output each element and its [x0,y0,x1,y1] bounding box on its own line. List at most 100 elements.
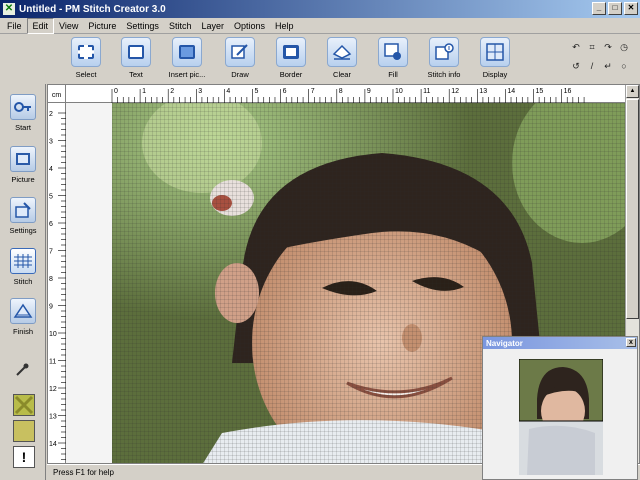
menu-help[interactable]: Help [270,19,299,33]
navigator-close-button[interactable]: x [626,338,636,347]
menu-edit[interactable]: Edit [26,17,55,34]
settings-icon [10,197,36,223]
select-label: Select [75,70,97,79]
status-text: Press F1 for help [53,468,114,477]
display-label: Display [482,70,508,79]
border-icon [276,37,306,67]
zoom-icon[interactable]: ◷ [616,42,632,53]
navigator-title-bar: Navigator x [483,337,637,349]
vruler-label: 12 [49,386,57,393]
color-swatch-secondary[interactable] [13,420,35,442]
sidebar-item-stitch[interactable]: Stitch [3,248,43,294]
app-logo-icon: ✕ [3,3,15,15]
app-window: { "window": { "title": "Untitled - PM St… [0,0,640,480]
hruler-label: 6 [283,88,287,95]
vruler-label: 9 [49,304,53,311]
navigator-panel[interactable]: Navigator x [482,336,638,480]
display-button[interactable]: Display [471,37,519,81]
menu-layer[interactable]: Layer [196,19,229,33]
sidebar-item-start[interactable]: Start [3,94,43,140]
vruler-label: 5 [49,194,53,201]
fill-label: Fill [388,70,398,79]
stitch-info-button[interactable]: Stitch info [420,37,468,81]
fill-button[interactable]: Fill [369,37,417,81]
vertical-ruler: 2 3 4 5 6 7 8 9 10 11 12 13 14 [48,103,66,463]
hruler-label: 11 [423,88,430,95]
wizard-sidebar: Start Picture Settings Stitch Finish ! [0,84,46,480]
undo-icon[interactable]: ↶ [568,42,584,53]
vruler-label: 13 [49,414,57,421]
menu-file[interactable]: File [2,19,27,33]
hruler-label: 15 [536,88,544,95]
hruler-label: 12 [451,88,459,95]
vruler-label: 11 [49,359,56,366]
insert-picture-button[interactable]: Insert pic... [163,37,211,81]
title-bar: ✕ Untitled - PM Stitch Creator 3.0 _ □ ✕ [0,0,640,18]
hruler-label: 14 [507,88,515,95]
insert-picture-label: Insert pic... [168,70,206,79]
stitch-info-label: Stitch info [427,70,461,79]
color-swatch-primary[interactable] [13,394,35,416]
hruler-label: 7 [311,88,315,95]
hruler-label: 0 [114,88,118,95]
menu-stitch[interactable]: Stitch [164,19,197,33]
menu-view[interactable]: View [54,19,83,33]
hruler-label: 16 [564,88,572,95]
line-icon[interactable]: / [584,61,600,72]
stitch-info-icon [429,37,459,67]
text-label: Text [129,70,143,79]
mini-toolbar: ↶ ⌗ ↷ ◷ ↺ / ↵ ○ [568,42,632,72]
hruler-label: 8 [339,88,343,95]
horizontal-ruler: 0 1 2 3 4 5 6 7 8 9 10 11 12 13 14 15 16 [66,85,626,103]
sidebar-item-settings[interactable]: Settings [3,197,43,243]
scrollbar-thumb[interactable] [626,99,639,319]
select-button[interactable]: Select [62,37,110,81]
navigator-thumbnail[interactable] [519,359,603,475]
scroll-up-icon[interactable]: ▲ [626,85,639,98]
grid-icon[interactable]: ⌗ [584,42,600,53]
horizontal-ruler-ticks: 0 1 2 3 4 5 6 7 8 9 10 11 12 13 14 15 16 [111,88,585,103]
hruler-label: 3 [198,88,202,95]
hruler-label: 2 [170,88,174,95]
sidebar-label-settings: Settings [9,226,37,235]
menu-options[interactable]: Options [229,19,270,33]
navigator-preview-image [519,359,603,475]
warning-indicator[interactable]: ! [13,446,35,468]
vruler-label: 14 [49,441,57,448]
hruler-label: 4 [226,88,230,95]
vruler-label: 3 [49,139,53,146]
select-icon [71,37,101,67]
vertical-ruler-ticks: 2 3 4 5 6 7 8 9 10 11 12 13 14 [49,111,66,460]
eyedropper-icon[interactable] [14,362,34,378]
draw-button[interactable]: Draw [216,37,264,81]
maximize-button[interactable]: □ [608,2,622,15]
minimize-button[interactable]: _ [592,2,606,15]
sidebar-item-finish[interactable]: Finish [3,298,43,344]
hruler-label: 9 [367,88,371,95]
draw-label: Draw [231,70,249,79]
circle-icon[interactable]: ○ [616,61,632,72]
vruler-label: 8 [49,276,53,283]
redo-icon[interactable]: ↷ [600,42,616,53]
sidebar-label-picture: Picture [11,175,35,184]
rotate-icon[interactable]: ↺ [568,61,584,72]
ruler-unit: cm [48,85,66,103]
text-button[interactable]: Text [112,37,160,81]
display-icon [480,37,510,67]
border-button[interactable]: Border [267,37,315,81]
menu-settings[interactable]: Settings [121,19,164,33]
hruler-label: 1 [142,88,146,95]
hruler-label: 13 [479,88,487,95]
close-button[interactable]: ✕ [624,2,638,15]
sidebar-label-stitch: Stitch [13,277,33,286]
window-title: Untitled - PM Stitch Creator 3.0 [19,3,166,15]
navigator-title: Navigator [486,338,523,348]
picture-icon [10,146,36,172]
clear-button[interactable]: Clear [318,37,366,81]
insert-picture-icon [172,37,202,67]
menu-bar: File Edit View Picture Settings Stitch L… [0,17,640,34]
vruler-label: 7 [49,249,53,256]
menu-picture[interactable]: Picture [83,19,121,33]
return-icon[interactable]: ↵ [600,61,616,72]
sidebar-item-picture[interactable]: Picture [3,146,43,192]
